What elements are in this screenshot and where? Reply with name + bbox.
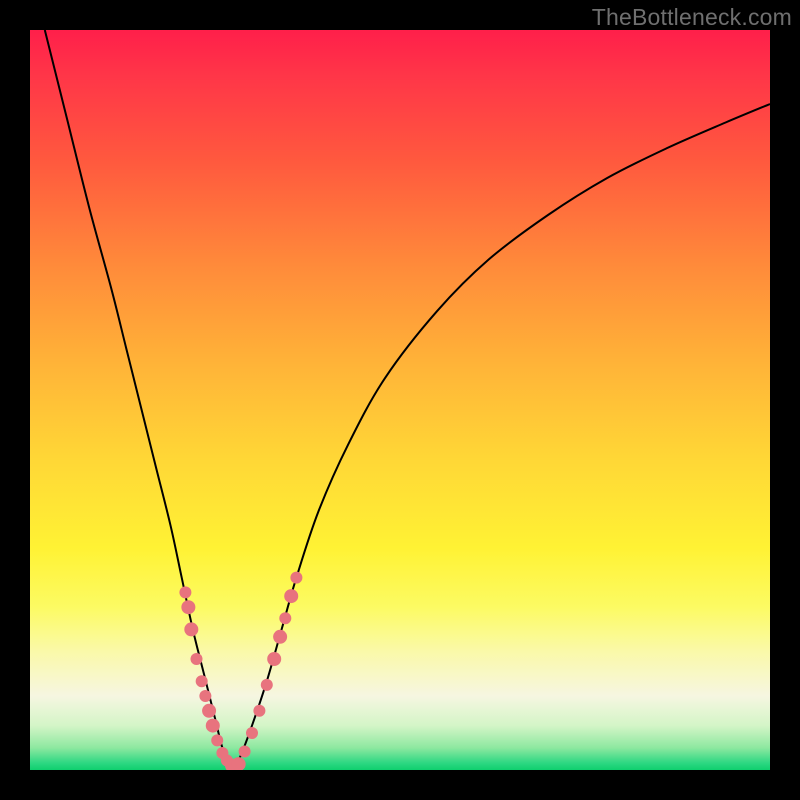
right-branch-curve: [234, 104, 771, 770]
marker-dot: [184, 622, 198, 636]
marker-dot: [202, 704, 216, 718]
left-branch-curve: [45, 30, 234, 770]
chart-frame: TheBottleneck.com: [0, 0, 800, 800]
marker-dot: [196, 675, 208, 687]
marker-dot: [199, 690, 211, 702]
chart-svg: [30, 30, 770, 770]
marker-dot: [279, 612, 291, 624]
marker-dot: [273, 630, 287, 644]
marker-dot: [191, 653, 203, 665]
marker-dot: [239, 746, 251, 758]
marker-dot: [246, 727, 258, 739]
marker-dot: [261, 679, 273, 691]
marker-dot: [181, 600, 195, 614]
watermark-text: TheBottleneck.com: [592, 4, 792, 31]
marker-dot: [284, 589, 298, 603]
marker-dot: [179, 586, 191, 598]
marker-dot: [253, 705, 265, 717]
marker-dot: [267, 652, 281, 666]
marker-dot: [290, 572, 302, 584]
plot-area: [30, 30, 770, 770]
marker-dot: [206, 719, 220, 733]
marker-group: [179, 572, 302, 770]
marker-dot: [211, 734, 223, 746]
